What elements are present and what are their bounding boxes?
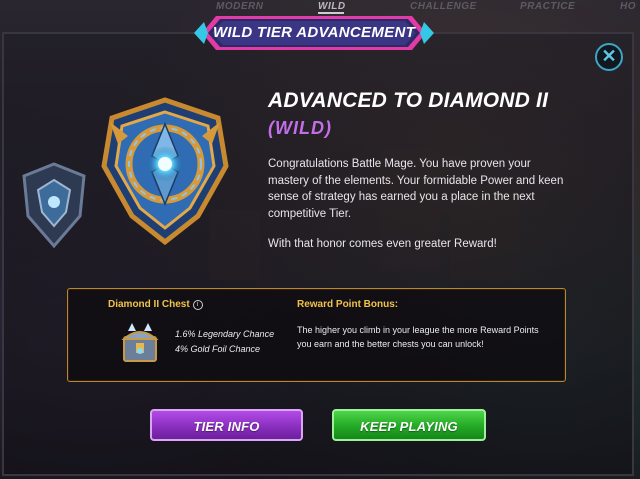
modal-title-banner: WILD TIER ADVANCEMENT bbox=[194, 14, 434, 52]
tier-heading: ADVANCED TO DIAMOND II bbox=[268, 89, 549, 112]
info-icon[interactable]: i bbox=[192, 300, 203, 310]
tab-practice[interactable]: PRACTICE bbox=[520, 0, 575, 14]
tab-modern[interactable]: MODERN bbox=[216, 0, 263, 14]
shield-decoration-icon bbox=[22, 162, 86, 249]
diamond-tier-emblem-icon bbox=[101, 97, 229, 246]
reward-bonus-text: The higher you climb in your league the … bbox=[297, 325, 539, 349]
rewards-panel: Diamond II Chest i 1.6% Legendary Chance … bbox=[67, 288, 566, 382]
gold-foil-chance: 4% Gold Foil Chance bbox=[175, 344, 261, 354]
keep-playing-button[interactable]: KEEP PLAYING bbox=[332, 409, 486, 441]
close-icon: ✕ bbox=[601, 46, 617, 66]
tab-challenge[interactable]: CHALLENGE bbox=[410, 0, 477, 14]
close-button[interactable]: ✕ bbox=[595, 43, 623, 71]
modal-title: WILD TIER ADVANCEMENT bbox=[212, 24, 416, 41]
reward-bonus-title: Reward Point Bonus: bbox=[297, 299, 399, 310]
chest-title: Diamond II Chest i bbox=[108, 299, 203, 310]
tab-home[interactable]: HO bbox=[620, 0, 636, 14]
reward-message: With that honor comes even greater Rewar… bbox=[268, 238, 497, 250]
tier-info-button[interactable]: TIER INFO bbox=[150, 409, 303, 441]
legendary-chance: 1.6% Legendary Chance bbox=[175, 329, 275, 339]
diamond-chest-icon bbox=[121, 323, 159, 362]
tier-format: (WILD) bbox=[268, 118, 332, 138]
congratulations-message: Congratulations Battle Mage. You have pr… bbox=[268, 158, 564, 220]
chest-title-label: Diamond II Chest bbox=[108, 299, 190, 310]
